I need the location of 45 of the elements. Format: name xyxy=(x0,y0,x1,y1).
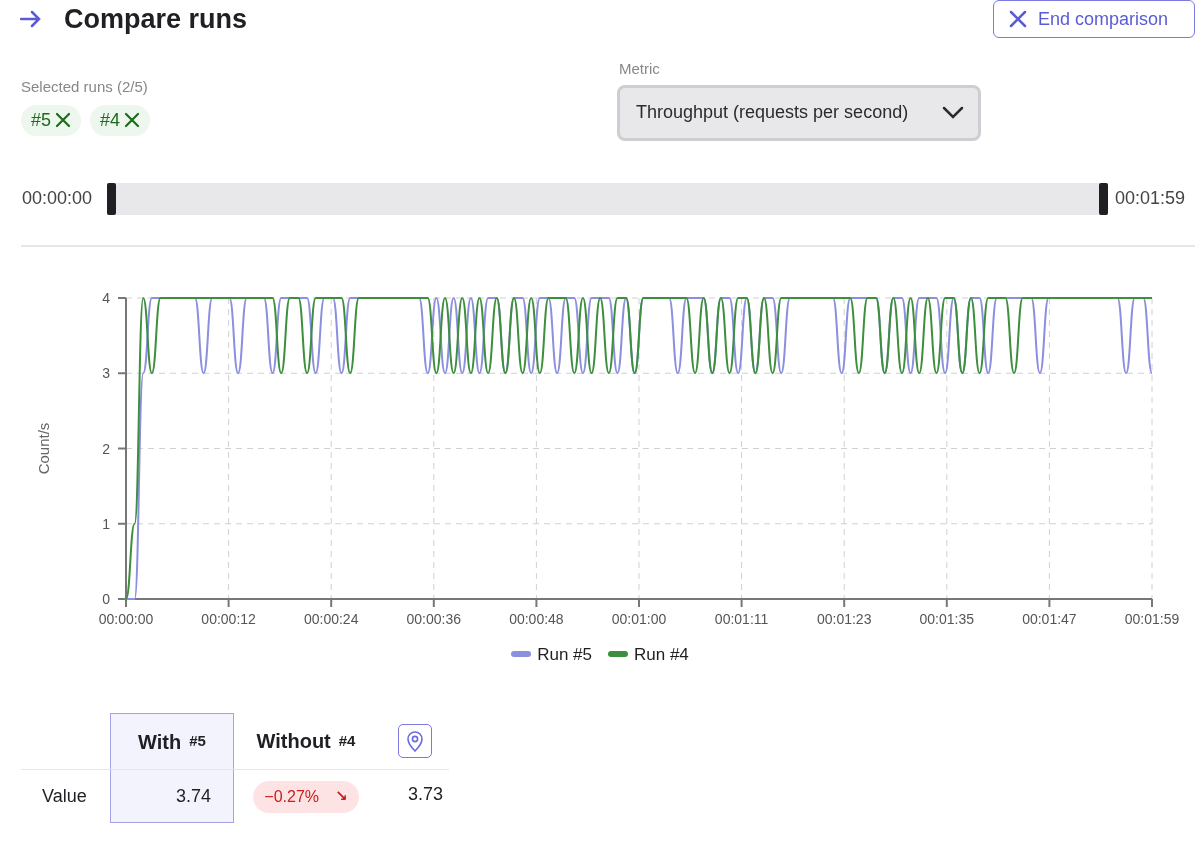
range-handle[interactable] xyxy=(1099,182,1108,215)
column-header[interactable]: With #5 xyxy=(110,713,234,769)
remove-icon[interactable] xyxy=(124,112,141,128)
field-label: Selected runs (2/5) xyxy=(21,77,149,97)
legend-label: Run #5 xyxy=(537,643,592,666)
y-tick-label: 2 xyxy=(102,440,110,456)
range-end-time: 00:01:59 xyxy=(1115,187,1186,210)
x-tick-label: 00:00:24 xyxy=(303,610,359,627)
page-title: Compare runs xyxy=(64,5,248,33)
legend-swatch xyxy=(511,651,532,658)
y-tick-label: 1 xyxy=(102,515,110,532)
end-comparison-button[interactable]: End comparison xyxy=(993,0,1195,38)
x-tick-label: 00:00:12 xyxy=(201,610,256,627)
row-label: Value xyxy=(41,785,88,808)
x-tick-label: 00:01:00 xyxy=(611,610,667,627)
legend-label: Run #4 xyxy=(634,643,689,666)
pin-button[interactable] xyxy=(398,724,432,758)
y-tick-label: 3 xyxy=(102,364,110,381)
run-chip[interactable]: #5 xyxy=(21,104,82,136)
value-cell: 3.74 xyxy=(110,770,234,823)
x-tick-label: 00:00:48 xyxy=(509,610,564,627)
y-tick-label: 4 xyxy=(102,289,110,306)
chevron-down-icon xyxy=(942,105,964,120)
x-tick-label: 00:00:36 xyxy=(406,610,462,627)
field-label: Metric xyxy=(619,59,661,79)
column-header[interactable]: Without #4 xyxy=(234,713,378,769)
run-chip[interactable]: #4 xyxy=(90,104,151,136)
y-tick-label: 0 xyxy=(102,590,110,607)
x-tick-label: 00:01:47 xyxy=(1022,610,1077,627)
x-tick-label: 00:01:35 xyxy=(919,610,975,627)
range-start-time: 00:00:00 xyxy=(22,187,94,210)
close-icon xyxy=(1008,9,1028,29)
location-pin-icon xyxy=(406,730,424,752)
x-tick-label: 00:01:23 xyxy=(816,610,872,627)
change-badge: −0.27% ↘ xyxy=(253,780,359,813)
value-cell-text: 3.73 xyxy=(407,783,444,806)
remove-icon[interactable] xyxy=(55,112,72,128)
x-tick-label: 00:00:00 xyxy=(98,610,154,627)
y-axis-title: Count/s xyxy=(35,422,52,474)
legend-swatch xyxy=(608,651,628,658)
range-handle[interactable] xyxy=(107,182,116,215)
metric-select[interactable]: Throughput (requests per second) xyxy=(617,84,981,141)
x-tick-label: 00:01:59 xyxy=(1124,610,1180,627)
arrow-right-icon[interactable] xyxy=(20,10,42,28)
x-tick-label: 00:01:11 xyxy=(714,610,769,627)
